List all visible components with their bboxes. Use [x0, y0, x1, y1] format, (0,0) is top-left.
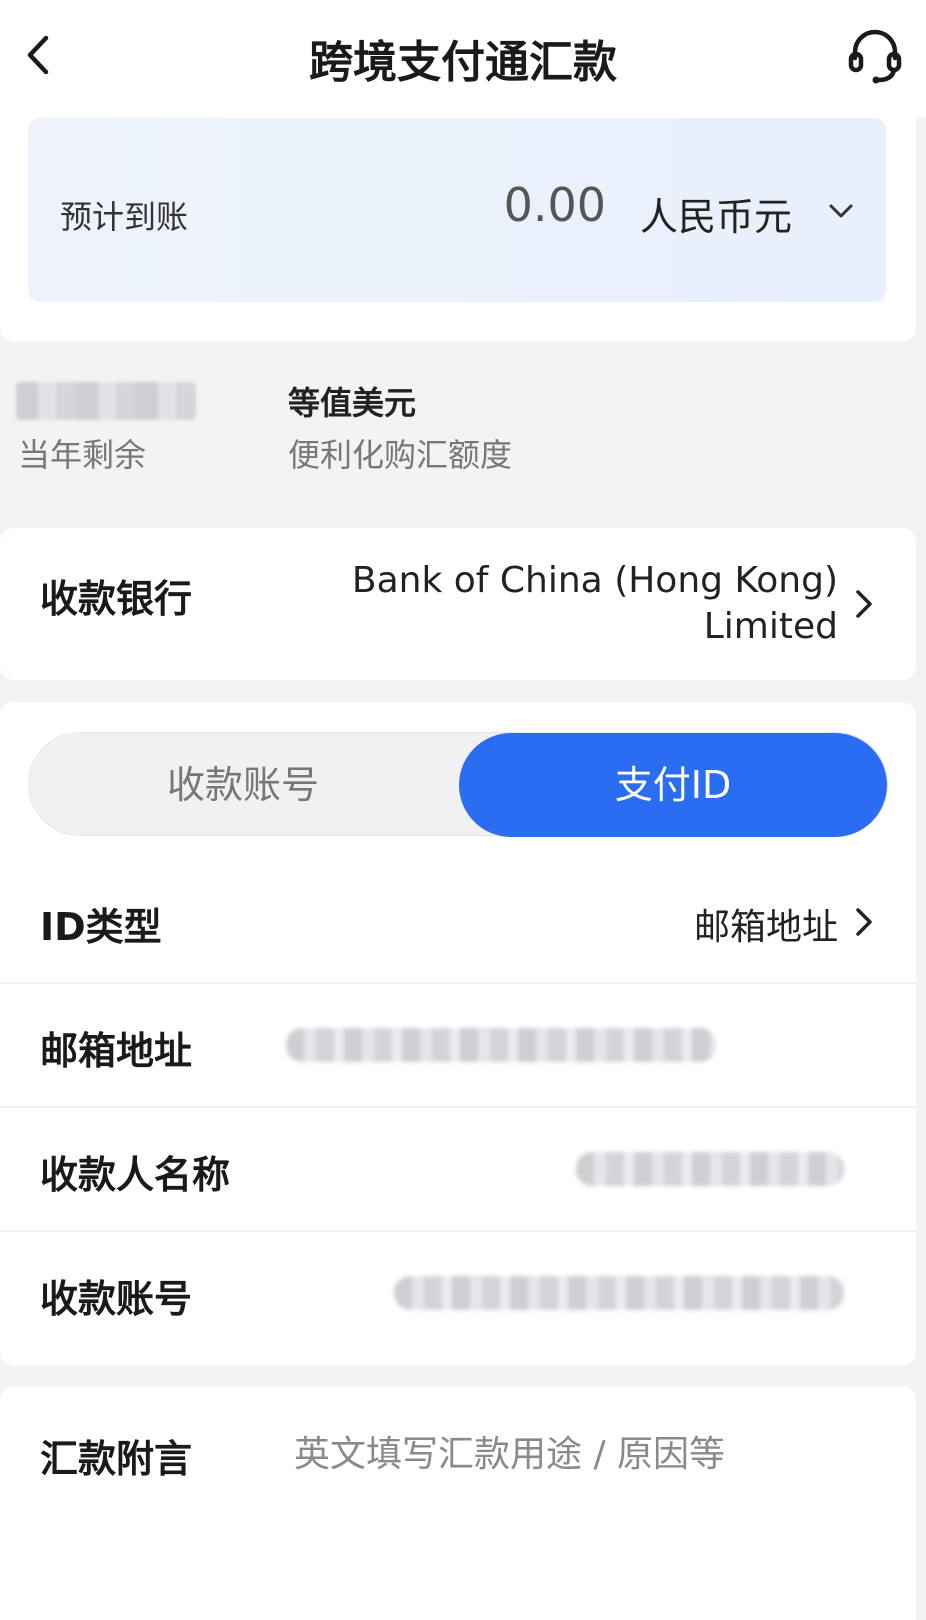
estimate-panel[interactable]: 预计到账 0.00 人民币元 [28, 118, 886, 302]
estimate-card: 预计到账 0.00 人民币元 [0, 112, 916, 342]
bank-value: Bank of China (Hong Kong) Limited [351, 560, 838, 647]
account-field-redacted[interactable] [394, 1276, 844, 1310]
email-field-redacted[interactable] [286, 1028, 716, 1062]
account-type-segment: 收款账号 支付ID [28, 732, 888, 837]
payee-form-card: 收款账号 支付ID ID类型 邮箱地址 邮箱地址 收款人名称 收款账号 [0, 702, 916, 1366]
payee-name-label: 收款人名称 [40, 1153, 231, 1197]
scrollbar[interactable] [916, 118, 926, 1620]
bank-label: 收款银行 [40, 577, 193, 621]
remittance-note-card: 汇款附言 [0, 1386, 916, 1620]
id-type-value: 邮箱地址 [693, 907, 838, 948]
tab-account-number[interactable]: 收款账号 [29, 733, 457, 837]
email-row[interactable]: 邮箱地址 [0, 984, 916, 1108]
note-input[interactable] [294, 1424, 874, 1484]
quota-label: 便利化购汇额度 [288, 436, 513, 474]
payee-name-row[interactable]: 收款人名称 [0, 1108, 916, 1232]
email-label: 邮箱地址 [40, 1029, 193, 1073]
chevron-right-icon [856, 590, 872, 618]
headset-icon[interactable] [844, 24, 906, 86]
chevron-down-icon[interactable] [826, 196, 856, 226]
estimate-amount: 0.00 [503, 178, 606, 232]
nav-bar: 跨境支付通汇款 [0, 0, 926, 118]
currency-selector[interactable]: 人民币元 [640, 186, 792, 241]
account-row[interactable]: 收款账号 [0, 1232, 916, 1356]
id-type-row[interactable]: ID类型 邮箱地址 [0, 860, 916, 984]
remaining-amount-redacted [16, 382, 196, 420]
note-label: 汇款附言 [40, 1437, 193, 1481]
estimate-label: 预计到账 [60, 198, 189, 236]
remaining-label: 当年剩余 [18, 436, 147, 474]
chevron-right-icon [856, 908, 872, 936]
account-label: 收款账号 [40, 1277, 193, 1321]
quota-section: 当年剩余 等值美元 便利化购汇额度 [0, 360, 926, 510]
page-title: 跨境支付通汇款 [309, 37, 617, 88]
id-type-label: ID类型 [40, 905, 162, 949]
tab-payment-id[interactable]: 支付ID [459, 733, 887, 837]
payee-name-field-redacted[interactable] [576, 1152, 844, 1186]
quota-currency: 等值美元 [288, 384, 417, 422]
receiving-bank-row[interactable]: 收款银行 Bank of China (Hong Kong) Limited [0, 528, 916, 680]
